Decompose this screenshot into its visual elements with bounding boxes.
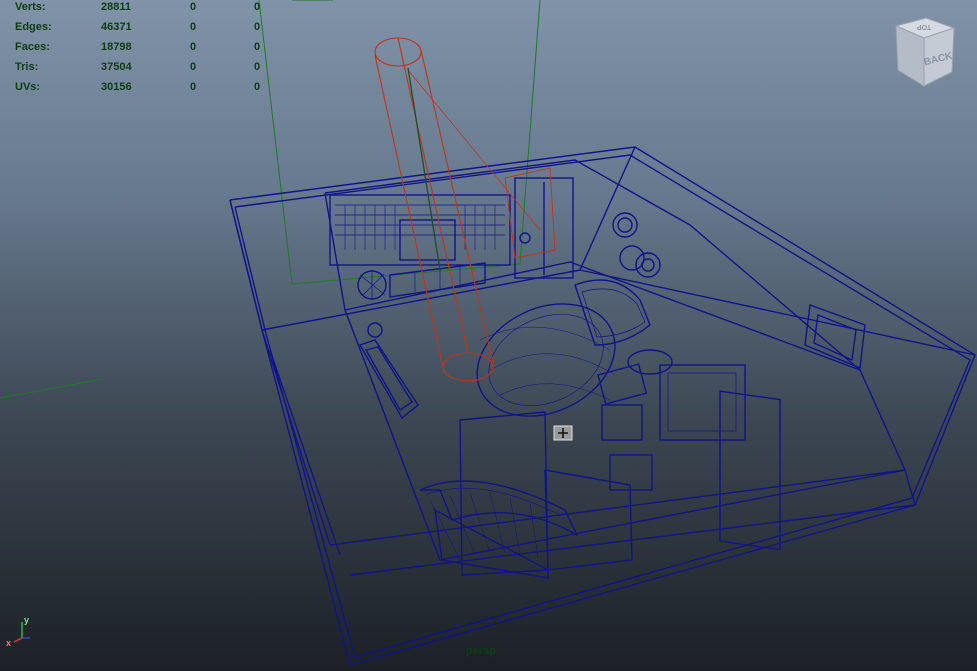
hud-label: UVs: [15,81,41,93]
viewport-3d[interactable] [0,0,977,671]
hud-component: 0 [254,1,261,13]
hud-selected: 0 [190,1,197,13]
axis-gizmo-icon: y x [6,615,30,648]
hud-selected: 0 [190,21,197,33]
hud-total: 37504 [101,61,132,73]
hud-label: Tris: [15,61,39,73]
light-direction-guide [407,67,441,271]
view-cube-icon[interactable]: TOP BACK [888,14,960,92]
hud-label: Verts: [15,1,46,13]
view-cube-top-label: TOP [917,23,932,30]
hud-component: 0 [254,21,261,33]
poly-count-hud: Verts: 28811 0 0 Edges: 46371 0 0 Faces:… [15,0,275,97]
hud-selected: 0 [190,41,197,53]
camera-name-label: persp [466,645,496,657]
hud-selected: 0 [190,81,197,93]
hud-label: Faces: [15,41,50,53]
hud-component: 0 [254,41,261,53]
move-cursor-icon [553,425,573,441]
hud-total: 30156 [101,81,132,93]
hud-row-uvs: UVs: 30156 0 0 [15,77,275,97]
hud-component: 0 [254,81,261,93]
axis-y-label: y [24,615,29,625]
hud-total: 28811 [101,1,131,13]
hud-row-faces: Faces: 18798 0 0 [15,37,275,57]
hud-row-tris: Tris: 37504 0 0 [15,57,275,77]
hud-label: Edges: [15,21,52,33]
axis-x-label: x [6,638,11,648]
hud-total: 18798 [101,41,132,53]
room-wireframe [229,146,976,666]
hud-row-edges: Edges: 46371 0 0 [15,17,275,37]
hud-row-verts: Verts: 28811 0 0 [15,0,275,17]
hud-component: 0 [254,61,261,73]
hud-total: 46371 [101,21,132,33]
hud-selected: 0 [190,61,197,73]
